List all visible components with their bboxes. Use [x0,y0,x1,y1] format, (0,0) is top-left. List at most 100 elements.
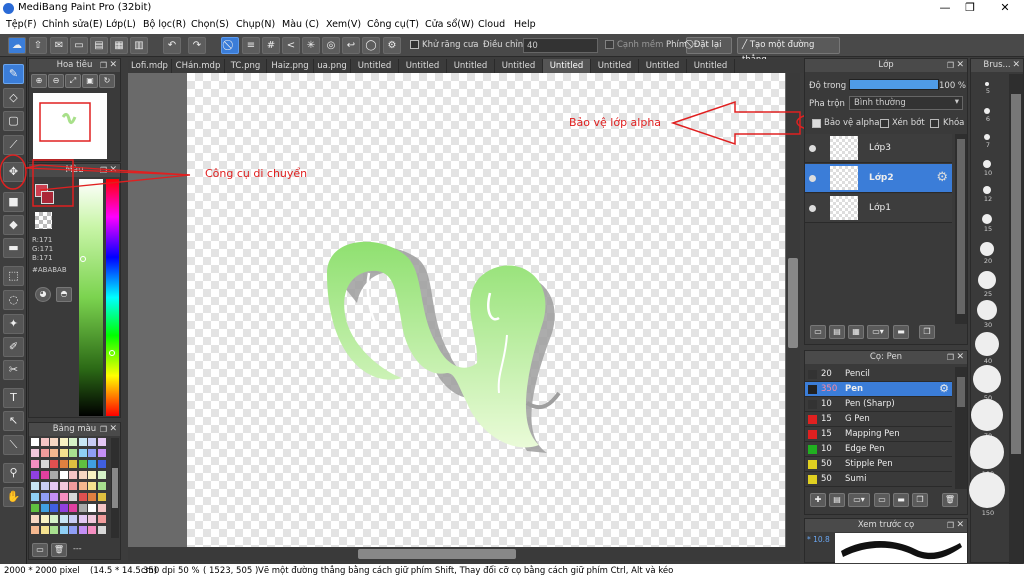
vanish-snap-icon[interactable]: < [282,37,300,54]
redo-icon[interactable]: ↷ [188,37,206,54]
palette-swatch[interactable] [88,526,96,534]
select-pen-tool-icon[interactable]: ✐ [3,337,24,357]
brush-size-dot[interactable] [985,82,989,86]
brush-row[interactable]: 50 Sumi [805,472,952,487]
reset-button[interactable]: ⃠ Đặt lại [686,37,732,54]
brush-menu-icon[interactable]: ▭▾ [848,493,870,507]
palette-swatch[interactable] [88,460,96,468]
palette-swatch[interactable] [88,482,96,490]
menu-filter[interactable]: Bộ lọc(R) [143,19,186,30]
palette-swatch[interactable] [69,471,77,479]
menu-help[interactable]: Help [514,19,536,30]
layer-scrollbar[interactable] [955,134,967,324]
saturation-handle[interactable] [80,256,86,262]
delete-brush-icon[interactable]: 🗑 [942,493,958,507]
adjust-input[interactable]: 40 [523,38,598,53]
palette-swatch[interactable] [59,493,68,501]
select-eraser-tool-icon[interactable]: ✂ [3,360,24,380]
eyedropper-tool-icon[interactable]: ⚲ [3,463,24,483]
maximize-icon[interactable]: ❐ [947,519,954,532]
new-halftone-layer-icon[interactable]: ▤ [829,325,845,339]
menu-color[interactable]: Màu (C) [282,19,319,30]
gear-icon[interactable]: ⚙ [939,382,949,395]
palette-swatch[interactable] [78,471,87,479]
palette-swatch[interactable] [88,438,96,446]
palette-swatch[interactable] [31,438,39,446]
smooth-checkbox[interactable] [605,40,614,49]
undo-icon[interactable]: ↶ [163,37,181,54]
brush-copy-icon[interactable]: ▭ [874,493,890,507]
palette-swatch[interactable] [69,493,77,501]
color-picker-icon[interactable]: ◓ [56,287,72,302]
palette-swatch[interactable] [97,438,106,446]
brush-row[interactable]: 10 Edge Pen [805,442,952,457]
palette-swatch[interactable] [59,438,68,446]
parallel-snap-icon[interactable]: ≡ [242,37,260,54]
menu-cloud[interactable]: Cloud [478,19,505,30]
actual-size-icon[interactable]: ▣ [82,74,98,88]
brush-duplicate-icon[interactable]: ❐ [912,493,928,507]
palette-swatch[interactable] [59,526,68,534]
circle-snap-icon[interactable]: ◎ [322,37,340,54]
hand-tool-icon[interactable]: ✋ [3,487,24,507]
menu-layer[interactable]: Lớp(L) [106,19,136,30]
brush-size-dot[interactable] [984,134,990,140]
tab-1[interactable]: CHán.mdp [172,59,225,73]
palette-icon[interactable]: ◕ [35,287,51,302]
comic-icon[interactable]: ▦ [110,37,128,54]
palette-swatch[interactable] [40,438,49,446]
palette-swatch[interactable] [40,460,49,468]
palette-swatch[interactable] [69,460,77,468]
palette-swatch[interactable] [40,504,49,512]
document-icon[interactable]: ▤ [90,37,108,54]
eye-icon[interactable] [809,145,816,152]
gradient-tool-icon[interactable]: ▬ [3,238,24,258]
navigator-preview[interactable] [33,93,107,159]
tab-3[interactable]: Haiz.png [267,59,314,73]
brush-settings-icon[interactable]: ▤ [829,493,845,507]
close-icon[interactable]: ✕ [956,59,964,72]
palette-swatch[interactable] [69,449,77,457]
brush-size-dot[interactable] [983,186,991,194]
palette-swatch[interactable] [69,526,77,534]
rotate-icon[interactable]: ↻ [99,74,115,88]
maximize-icon[interactable]: ❐ [955,1,985,14]
line-tool-icon[interactable]: ⟋ [3,135,24,155]
palette-swatch[interactable] [88,515,96,523]
palette-swatch[interactable] [40,493,49,501]
layer-row-2[interactable]: Lớp2 ⚙ [805,164,952,193]
close-icon[interactable]: ✕ [956,351,964,364]
palette-scrollbar[interactable] [111,438,119,538]
brush-size-dot[interactable] [973,365,1001,393]
palette-swatch[interactable] [69,515,77,523]
horizontal-scroll-thumb[interactable] [358,549,516,559]
value-handle[interactable] [109,350,115,356]
operation-tool-icon[interactable]: ↖ [3,411,24,431]
palette-swatch[interactable] [78,482,87,490]
palette-swatch[interactable] [88,504,96,512]
blend-select[interactable]: Bình thường ▾ [849,96,963,110]
select-rect-tool-icon[interactable]: ⬚ [3,266,24,286]
new-1bit-layer-icon[interactable]: ▦ [848,325,864,339]
eye-icon[interactable] [809,175,816,182]
eye-icon[interactable] [809,205,816,212]
delete-palette-icon[interactable]: 🗑 [51,543,67,557]
tab-6[interactable]: Untitled [399,59,447,73]
close-icon[interactable]: ✕ [109,59,117,72]
palette-swatch[interactable] [78,493,87,501]
brush-size-scroll-thumb[interactable] [1011,94,1021,454]
close-icon[interactable]: ✕ [109,164,117,177]
palette-swatch[interactable] [31,460,39,468]
brush-size-dot[interactable] [980,242,994,256]
palette-swatch[interactable] [31,493,39,501]
palette-swatch[interactable] [78,438,87,446]
palette-swatch[interactable] [50,438,58,446]
antialias-checkbox[interactable] [410,40,419,49]
add-brush-icon[interactable]: ✚ [810,493,826,507]
tab-7[interactable]: Untitled [447,59,495,73]
tab-0[interactable]: Lofi.mdp [128,59,172,73]
palette-swatch[interactable] [97,526,106,534]
palette-swatch[interactable] [88,449,96,457]
menu-view[interactable]: Xem(V) [326,19,361,30]
brush-size-dot[interactable] [975,332,999,356]
